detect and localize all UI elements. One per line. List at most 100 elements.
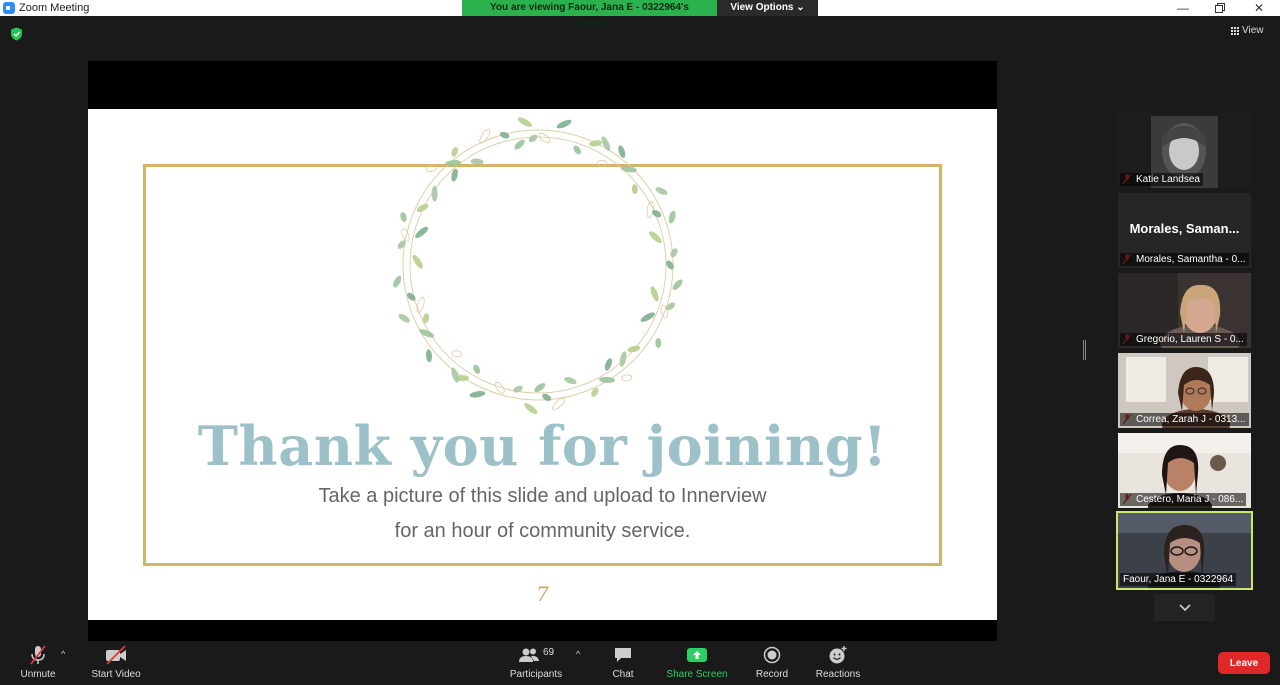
wreath-leaf [534,383,546,393]
record-label: Record [755,669,789,680]
wreath-leaf [400,212,407,222]
participant-name: Gregorio, Lauren S - 0... [1120,333,1247,346]
scroll-participants-down-button[interactable] [1154,594,1215,621]
chevron-down-icon: ⌄ [796,2,805,13]
wreath-leaf [573,145,582,155]
wreath-leaf [627,345,641,353]
wreath-leaf [650,286,659,302]
wreath-leaf [528,134,538,143]
muted-microphone-icon [30,645,46,665]
close-icon: ✕ [1253,1,1265,15]
wreath-leaf [412,254,423,269]
wreath-leaf [425,164,437,173]
close-button[interactable]: ✕ [1239,0,1279,16]
wreath-leaf [564,377,577,385]
wreath-leaf [649,231,662,243]
viewing-banner: You are viewing Faour, Jana E - 0322964'… [462,0,818,29]
record-icon [763,646,781,664]
minimize-button[interactable]: — [1163,0,1203,16]
shared-screen: Thank you for joining! Take a picture of… [88,61,997,641]
meeting-toolbar: Unmute ^ Start Video 69 Participants ^ C… [0,641,1280,685]
wreath-leaf [416,296,425,314]
view-options-label: View Options [730,2,794,13]
video-off-icon [106,645,126,665]
participant-name: Katie Landsea [1120,173,1203,186]
wreath-leaf [431,185,438,202]
wreath-leaf [655,338,662,348]
leave-meeting-button[interactable]: Leave [1218,652,1270,674]
participant-tile[interactable]: Cestero, Maria J - 086... [1118,433,1251,508]
leaf-wreath-illustration [393,117,683,415]
start-video-label: Start Video [91,669,141,680]
slide-title: Thank you for joining! [197,414,888,478]
participant-name: Morales, Samantha - 0... [1120,253,1249,266]
wreath-leaf [469,391,486,398]
viewing-message: You are viewing Faour, Jana E - 0322964'… [462,0,717,29]
minimize-icon: — [1177,1,1189,15]
wreath-leaf [668,210,676,224]
audio-options-caret-icon[interactable]: ^ [61,649,65,659]
unmute-button[interactable]: Unmute [18,641,58,685]
view-button[interactable]: View [1230,25,1264,36]
start-video-button[interactable]: Start Video [88,641,144,685]
chat-button[interactable]: Chat [606,641,640,685]
view-options-button[interactable]: View Options ⌄ [717,0,818,16]
presentation-slide: Thank you for joining! Take a picture of… [88,109,997,620]
wreath-leaf [479,128,491,144]
record-button[interactable]: Record [752,641,792,685]
chat-bubble-icon [615,648,631,662]
slide-subtitle-line2: for an hour of community service. [394,520,691,542]
wreath-leaf [619,351,627,367]
participant-tile-active-speaker[interactable]: Faour, Jana E - 0322964 [1116,511,1253,590]
wreath-leaf [620,166,637,173]
participant-tile[interactable]: Correa, Zarah J - 0313... [1118,353,1251,428]
restore-button[interactable] [1200,0,1240,16]
chevron-down-icon [1178,603,1191,611]
unmute-label: Unmute [20,669,56,680]
wreath-leaf [670,248,678,258]
participant-name: Faour, Jana E - 0322964 [1120,573,1237,586]
reactions-label: Reactions [815,669,861,680]
wreath-leaf [425,349,433,363]
zoom-window: Zoom Meeting You are viewing Faour, Jana… [0,0,1280,685]
participant-tile[interactable]: Gregorio, Lauren S - 0... [1118,273,1251,348]
reactions-smiley-icon [829,646,847,664]
wreath-leaf [631,184,638,195]
wreath-leaf [601,136,611,152]
reactions-button[interactable]: Reactions [814,641,862,685]
wreath-leaf [621,374,633,382]
share-screen-icon [687,648,707,662]
chat-label: Chat [612,669,634,680]
wreath-leaf [596,159,608,167]
participant-name: Correa, Zarah J - 0313... [1120,413,1249,426]
share-screen-button[interactable]: Share Screen [664,641,730,685]
window-title: Zoom Meeting [19,2,90,14]
security-shield-icon[interactable] [10,27,23,41]
wreath-leaf [640,312,655,322]
wreath-leaf [473,364,481,374]
share-screen-label: Share Screen [666,669,728,680]
restore-icon [1215,3,1225,13]
participants-label: Participants [509,669,563,680]
wreath-leaf [445,160,462,167]
wreath-leaf [556,119,572,129]
view-label: View [1242,25,1264,36]
participant-display-name: Morales, Saman... [1129,221,1240,236]
participant-tile[interactable]: Katie Landsea [1118,113,1251,188]
participants-icon [518,648,539,662]
zoom-logo-icon [3,2,15,14]
wreath-leaf [499,131,510,139]
participant-tile[interactable]: Morales, Saman... Morales, Samantha - 0.… [1118,193,1251,268]
wreath-leaf [470,158,484,165]
wreath-leaf [542,393,552,402]
wreath-leaf [513,385,523,393]
wreath-leaf [591,387,599,397]
participants-options-caret-icon[interactable]: ^ [576,649,580,659]
slide-page-number: 7 [536,582,549,606]
panel-resize-handle[interactable] [1083,340,1086,360]
participant-count: 69 [542,646,555,658]
participant-name: Cestero, Maria J - 086... [1120,493,1247,506]
wreath-leaf [517,117,532,127]
participants-button[interactable]: 69 Participants [505,641,567,685]
wreath-leaf [393,275,402,288]
